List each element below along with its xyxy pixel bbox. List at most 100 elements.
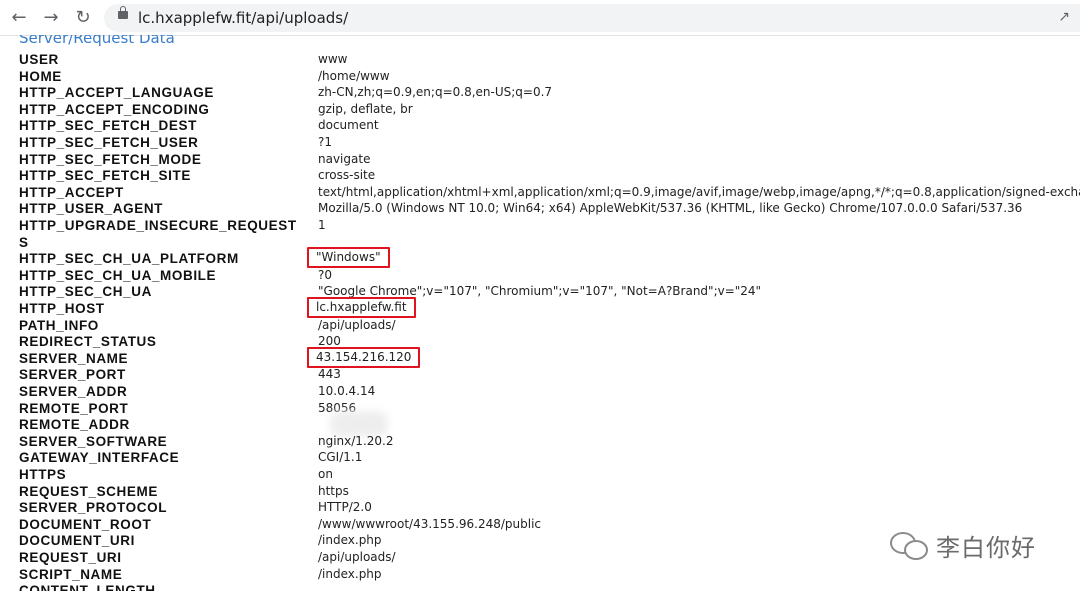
- row-key: HTTP_ACCEPT_LANGUAGE: [19, 85, 215, 101]
- row-value: nginx/1.20.2: [318, 433, 394, 448]
- row-value: zh-CN,zh;q=0.9,en;q=0.8,en-US;q=0.7: [318, 85, 553, 100]
- table-row: HTTP_ACCEPT_ENCODING gzip, deflate, br: [0, 102, 1080, 118]
- row-key: HTTPS: [19, 467, 67, 482]
- table-row: HTTP_USER_AGENT Mozilla/5.0 (Windows NT 1…: [0, 201, 1080, 217]
- row-value: /api/uploads/: [318, 550, 396, 564]
- row-key: SERVER_PROTOCOL: [19, 500, 168, 516]
- watermark-text: 李白你好: [936, 533, 1036, 562]
- row-key: HTTP_SEC_FETCH_MODE: [19, 151, 202, 167]
- row-value: 10.0.4.14: [318, 384, 376, 398]
- url-text[interactable]: lc.hxapplefw.fit/api/uploads/: [138, 9, 348, 27]
- row-value: /www/wwwroot/43.155.96.248/public: [318, 516, 542, 531]
- table-row: REMOTE_ADDR: [0, 411, 1080, 438]
- table-row: GATEWAY_INTERFACE CGI/1.1: [0, 450, 1080, 466]
- row-key: USER: [19, 52, 59, 67]
- row-value: gzip, deflate, br: [318, 101, 413, 116]
- highlighted-value: 43.154.216.120: [307, 346, 421, 368]
- row-key: HTTP_USER_AGENT: [19, 201, 164, 217]
- highlighted-value: "Windows": [307, 247, 390, 269]
- row-key: REDIRECT_STATUS: [19, 334, 157, 350]
- row-key: HTTP_SEC_FETCH_USER: [19, 135, 199, 150]
- reload-icon[interactable]: ↻: [72, 7, 94, 29]
- row-value: 1: [318, 218, 326, 232]
- table-row: USER www: [0, 52, 1080, 68]
- row-key: PATH_INFO: [19, 317, 99, 333]
- row-value: document: [318, 118, 379, 133]
- table-row: HTTPS on: [0, 467, 1080, 483]
- row-value: www: [318, 52, 348, 66]
- row-value: Mozilla/5.0 (Windows NT 10.0; Win64; x64…: [318, 201, 1023, 216]
- table-row: SCRIPT_NAME/index.php: [0, 567, 1080, 583]
- row-value: /home/www: [318, 68, 390, 83]
- row-key: HTTP_SEC_CH_UA: [19, 284, 152, 300]
- row-key: S: [19, 234, 29, 250]
- row-value: ?1: [318, 135, 333, 149]
- page-heading: Server/Request Data: [19, 35, 175, 47]
- table-row: REQUEST_SCHEME https: [0, 484, 1080, 500]
- row-key: REQUEST_SCHEME: [19, 483, 158, 499]
- table-row: HTTP_SEC_FETCH_MODE navigate: [0, 152, 1080, 168]
- table-row: HOME/home/www: [0, 69, 1080, 85]
- row-value: navigate: [318, 151, 371, 166]
- row-value: 443: [318, 367, 341, 382]
- row-value: /api/uploads/: [318, 317, 396, 332]
- address-bar[interactable]: lc.hxapplefw.fit/api/uploads/ ↗: [104, 4, 1080, 32]
- row-key: GATEWAY_INTERFACE: [19, 450, 180, 466]
- table-row: HTTP_SEC_FETCH_DEST document: [0, 118, 1080, 134]
- row-key: CONTENT_LENGTH: [19, 583, 156, 591]
- page-content: Server/Request Data USER www HOME/home/www…: [0, 35, 1080, 591]
- row-key: SCRIPT_NAME: [19, 566, 123, 582]
- table-row: HTTP_SEC_CH_UA_MOBILE ?0: [0, 268, 1080, 284]
- row-key: DOCUMENT_URI: [19, 533, 135, 549]
- row-key: HTTP_ACCEPT: [19, 184, 124, 200]
- row-value: on: [318, 467, 333, 481]
- row-key: REMOTE_ADDR: [19, 417, 130, 433]
- arrow-left-icon[interactable]: ←: [8, 7, 30, 29]
- row-key: HTTP_SEC_FETCH_DEST: [19, 118, 197, 134]
- table-row: HTTP_SEC_FETCH_SITE cross-site: [0, 168, 1080, 184]
- row-value: CGI/1.1: [318, 450, 363, 465]
- row-key: HTTP_SEC_FETCH_SITE: [19, 168, 191, 184]
- row-key: HTTP_ACCEPT_ENCODING: [19, 101, 210, 117]
- table-row: SERVER_SOFTWARE nginx/1.20.2: [0, 434, 1080, 450]
- table-row: HTTP_HOST lc.hxapplefw.fit: [0, 297, 1080, 318]
- table-row: REMOTE_PORT 58056: [0, 401, 1080, 417]
- table-row: CONTENT_LENGTH: [0, 583, 1080, 591]
- row-value: cross-site: [318, 168, 376, 183]
- row-key: SERVER_SOFTWARE: [19, 433, 168, 449]
- share-icon[interactable]: ↗: [1058, 9, 1070, 25]
- table-row: SERVER_NAME 43.154.216.120: [0, 346, 1080, 368]
- row-key: REQUEST_URI: [19, 550, 122, 565]
- row-key: HTTP_UPGRADE_INSECURE_REQUEST: [19, 218, 297, 233]
- table-row: HTTP_ACCEPT text/html,application/xhtml+x…: [0, 185, 1080, 201]
- row-key: HTTP_SEC_CH_UA_PLATFORM: [19, 251, 239, 267]
- row-key: HTTP_SEC_CH_UA_MOBILE: [19, 267, 217, 283]
- table-row: HTTP_ACCEPT_LANGUAGE zh-CN,zh;q=0.9,en;q=…: [0, 85, 1080, 101]
- row-key: HTTP_HOST: [19, 301, 105, 316]
- lock-icon[interactable]: [118, 6, 128, 19]
- row-value: ?0: [318, 267, 333, 282]
- table-row: SERVER_PORT 443: [0, 367, 1080, 383]
- row-key: REMOTE_PORT: [19, 400, 129, 416]
- table-row: HTTP_SEC_CH_UA "Google Chrome";v="107", "…: [0, 284, 1080, 300]
- arrow-right-icon[interactable]: →: [40, 7, 62, 29]
- row-value: /index.php: [318, 533, 382, 548]
- row-key: SERVER_PORT: [19, 367, 126, 383]
- row-key: SERVER_ADDR: [19, 384, 128, 399]
- highlighted-value: lc.hxapplefw.fit: [307, 297, 416, 318]
- row-value: https: [318, 483, 349, 498]
- row-key: SERVER_NAME: [19, 350, 129, 366]
- table-row: SERVER_ADDR 10.0.4.14: [0, 384, 1080, 400]
- table-row: S: [0, 235, 1080, 251]
- browser-toolbar: ← → ↻ lc.hxapplefw.fit/api/uploads/ ↗: [0, 0, 1080, 36]
- watermark: 李白你好: [890, 527, 1036, 563]
- wechat-icon: [890, 530, 928, 560]
- table-row: HTTP_UPGRADE_INSECURE_REQUEST 1: [0, 218, 1080, 234]
- table-row: HTTP_SEC_FETCH_USER ?1: [0, 135, 1080, 151]
- table-row: HTTP_SEC_CH_UA_PLATFORM "Windows": [0, 247, 1080, 269]
- row-key: HOME: [19, 68, 62, 84]
- table-row: REDIRECT_STATUS 200: [0, 334, 1080, 350]
- row-key: DOCUMENT_ROOT: [19, 516, 152, 532]
- row-value: text/html,application/xhtml+xml,applicat…: [318, 184, 1080, 199]
- table-row: SERVER_PROTOCOL HTTP/2.0: [0, 500, 1080, 516]
